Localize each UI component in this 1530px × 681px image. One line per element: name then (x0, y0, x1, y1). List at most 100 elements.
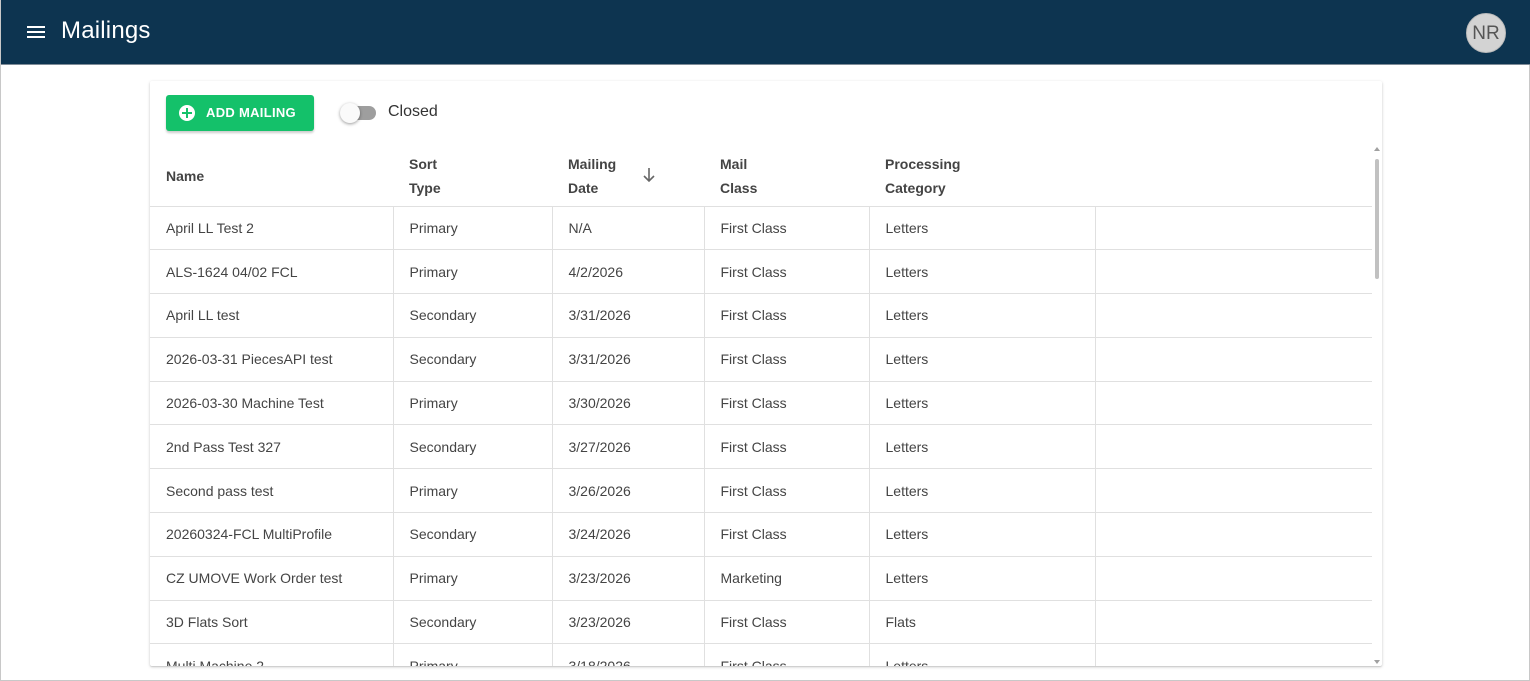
cell-sort-type: Primary (393, 206, 553, 251)
scroll-down-arrow-icon[interactable] (1374, 660, 1380, 664)
cell-category: Letters (869, 381, 1096, 426)
header-mailing-date[interactable]: Mailing Date (552, 147, 704, 207)
add-mailing-label: ADD MAILING (206, 105, 296, 120)
cell-spacer (1095, 424, 1372, 470)
cell-category: Letters (869, 556, 1096, 601)
table-row[interactable]: 2026-03-31 PiecesAPI test Secondary 3/31/2… (150, 337, 1372, 382)
cell-mailing-date: 3/27/2026 (552, 424, 705, 470)
cell-spacer (1095, 556, 1372, 601)
header-mail-class[interactable]: Mail Class (704, 147, 869, 207)
cell-mailing-date: 4/2/2026 (552, 249, 705, 295)
cell-name: April LL test (150, 293, 394, 338)
cell-sort-type: Primary (393, 381, 553, 426)
cell-category: Letters (869, 643, 1096, 666)
cell-category: Letters (869, 468, 1096, 514)
cell-mail-class: First Class (704, 381, 870, 426)
closed-toggle-label: Closed (388, 103, 438, 120)
table-row[interactable]: 3D Flats Sort Secondary 3/23/2026 First Cla… (150, 600, 1372, 645)
cell-name: 2nd Pass Test 327 (150, 424, 394, 470)
closed-toggle[interactable] (340, 103, 376, 123)
cell-sort-type: Secondary (393, 600, 553, 645)
cell-spacer (1095, 206, 1372, 251)
avatar[interactable]: NR (1466, 13, 1506, 53)
cell-mailing-date: 3/26/2026 (552, 468, 705, 514)
cell-sort-type: Primary (393, 643, 553, 666)
table-row[interactable]: Multi Machine 2 Primary 3/18/2026 First Cla… (150, 643, 1372, 666)
table-body: April LL Test 2 Primary N/A First Class Lett… (150, 206, 1372, 666)
cell-category: Letters (869, 293, 1096, 338)
cell-mailing-date: 3/31/2026 (552, 293, 705, 338)
cell-mail-class: First Class (704, 512, 870, 557)
header-spacer (1095, 147, 1372, 207)
header-label-line1: Name (166, 168, 205, 185)
cell-sort-type: Primary (393, 556, 553, 601)
mailings-table-container: Name Sort Type Mailing Date Mail Class Proc… (150, 147, 1372, 666)
toggle-thumb (340, 103, 360, 123)
menu-icon[interactable] (23, 21, 51, 45)
cell-sort-type: Secondary (393, 337, 553, 382)
cell-category: Letters (869, 337, 1096, 382)
cell-spacer (1095, 468, 1372, 514)
header-label-line1: Sort (409, 156, 437, 173)
table-row[interactable]: CZ UMOVE Work Order test Primary 3/23/2026… (150, 556, 1372, 601)
mailings-card: ADD MAILING Closed Name Sort Type Mailing… (150, 81, 1382, 666)
cell-name: 2026-03-31 PiecesAPI test (150, 337, 394, 382)
cell-mail-class: First Class (704, 293, 870, 338)
scrollbar-thumb[interactable] (1375, 159, 1379, 279)
cell-category: Letters (869, 424, 1096, 470)
cell-mailing-date: N/A (552, 206, 705, 251)
header-label-line1: Processing (885, 156, 961, 173)
header-label-line2: Class (720, 180, 758, 197)
table-row[interactable]: 2026-03-30 Machine Test Primary 3/30/2026 F… (150, 381, 1372, 426)
header-label-line1: Mail (720, 156, 748, 173)
cell-mail-class: First Class (704, 468, 870, 514)
cell-name: 3D Flats Sort (150, 600, 394, 645)
app-window: Mailings NR ADD MAILING Closed Name Sort… (0, 0, 1530, 681)
cell-mailing-date: 3/18/2026 (552, 643, 705, 666)
header-processing-category[interactable]: Processing Category (869, 147, 1095, 207)
header-label-line2: Date (568, 180, 599, 197)
table-row[interactable]: April LL test Secondary 3/31/2026 First Cla… (150, 293, 1372, 338)
cell-spacer (1095, 381, 1372, 426)
cell-category: Letters (869, 249, 1096, 295)
table-row[interactable]: Second pass test Primary 3/26/2026 First Cl… (150, 468, 1372, 514)
cell-mail-class: First Class (704, 600, 870, 645)
cell-category: Flats (869, 600, 1096, 645)
table-row[interactable]: April LL Test 2 Primary N/A First Class Lett… (150, 206, 1372, 251)
cell-spacer (1095, 512, 1372, 557)
cell-spacer (1095, 643, 1372, 666)
scroll-up-arrow-icon[interactable] (1374, 147, 1380, 151)
header-name[interactable]: Name (150, 147, 393, 207)
cell-name: Second pass test (150, 468, 394, 514)
cell-name: Multi Machine 2 (150, 643, 394, 666)
cell-spacer (1095, 600, 1372, 645)
table-row[interactable]: 20260324-FCL MultiProfile Secondary 3/24/2… (150, 512, 1372, 557)
cell-mail-class: First Class (704, 424, 870, 470)
header-label-line2: Category (885, 180, 946, 197)
cell-spacer (1095, 337, 1372, 382)
arrow-down-icon[interactable] (642, 166, 656, 184)
cell-mailing-date: 3/31/2026 (552, 337, 705, 382)
cell-name: 2026-03-30 Machine Test (150, 381, 394, 426)
cell-spacer (1095, 249, 1372, 295)
cell-category: Letters (869, 512, 1096, 557)
cell-category: Letters (869, 206, 1096, 251)
cell-sort-type: Primary (393, 249, 553, 295)
add-mailing-button[interactable]: ADD MAILING (166, 95, 314, 131)
cell-name: 20260324-FCL MultiProfile (150, 512, 394, 557)
table-row[interactable]: 2nd Pass Test 327 Secondary 3/27/2026 First… (150, 424, 1372, 470)
cell-mailing-date: 3/24/2026 (552, 512, 705, 557)
app-bar: Mailings NR (1, 0, 1530, 65)
add-circle-icon (179, 105, 195, 121)
header-label-line2: Type (409, 180, 441, 197)
cell-spacer (1095, 293, 1372, 338)
cell-mail-class: First Class (704, 206, 870, 251)
header-label-line1: Mailing (568, 156, 617, 173)
cell-name: CZ UMOVE Work Order test (150, 556, 394, 601)
table-scrollbar[interactable] (1372, 147, 1382, 666)
table-row[interactable]: ALS-1624 04/02 FCL Primary 4/2/2026 First C… (150, 249, 1372, 295)
cell-sort-type: Secondary (393, 293, 553, 338)
page-title: Mailings (61, 17, 151, 44)
cell-sort-type: Primary (393, 468, 553, 514)
header-sort-type[interactable]: Sort Type (393, 147, 552, 207)
